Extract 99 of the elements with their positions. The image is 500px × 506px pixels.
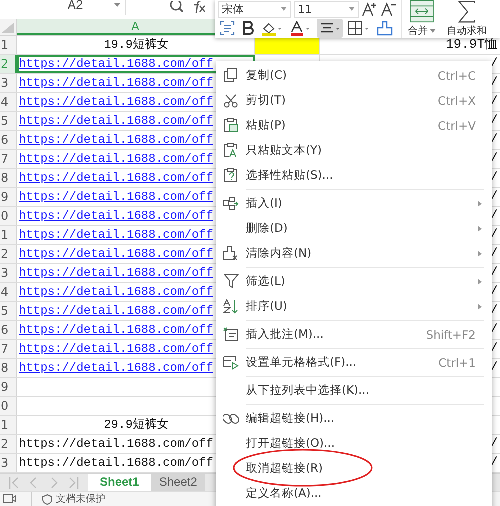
row-header[interactable]: 9 (0, 378, 17, 396)
hyperlink[interactable]: https://detail.1688.com/off (19, 228, 214, 242)
caret-icon (349, 7, 355, 11)
menu-item[interactable]: 取消超链接(R) (216, 456, 492, 481)
fit-button[interactable] (218, 18, 237, 38)
row-header[interactable]: 3 (0, 264, 17, 282)
row-header[interactable]: 9 (0, 188, 17, 206)
row-header[interactable]: 4 (0, 283, 17, 301)
hyperlink[interactable]: https://detail.1688.com/off (19, 304, 214, 318)
filter-icon (224, 274, 238, 289)
clipboard-text-icon (224, 143, 238, 158)
hyperlink[interactable]: https://detail.1688.com/off (19, 114, 214, 128)
protection-status[interactable]: 文档未保护 (31, 492, 106, 506)
shield-icon (42, 494, 53, 504)
row-header[interactable]: 7 (0, 150, 17, 168)
menu-item[interactable]: 筛选(L) (216, 269, 492, 294)
hyperlink[interactable]: https://detail.1688.com/off (19, 266, 214, 280)
menu-item[interactable]: 排序(U) (216, 294, 492, 319)
hyperlink[interactable]: https://detail.1688.com/off (19, 152, 214, 166)
hyperlink[interactable]: https://detail.1688.com/off (19, 209, 214, 223)
copy-icon (224, 68, 238, 83)
menu-item[interactable]: 删除(D) (216, 216, 492, 241)
hyperlink[interactable]: https://detail.1688.com/off (19, 171, 214, 185)
row-header[interactable]: 8 (0, 359, 17, 377)
sheet-tab[interactable]: Sheet1 (88, 474, 152, 491)
cell-text: https://detail.1688.com/off (19, 456, 214, 470)
row-header[interactable]: 3 (0, 74, 17, 92)
row-header[interactable]: 2 (0, 245, 17, 263)
menu-item[interactable]: 设置单元格格式(F)... Ctrl+1 (216, 350, 492, 375)
row-header[interactable]: 1 (0, 36, 17, 54)
merge-button[interactable]: 合并 (402, 0, 442, 38)
hyperlink[interactable]: https://detail.1688.com/off (19, 342, 214, 356)
zoom-icon[interactable] (170, 0, 184, 12)
row-header[interactable]: 5 (0, 112, 17, 130)
row-header[interactable]: 0 (0, 397, 17, 415)
autosum-button[interactable]: 自动求和 (442, 0, 492, 38)
menu-item[interactable]: 复制(C) Ctrl+C (216, 63, 492, 88)
merge-icon (407, 0, 437, 23)
comment-icon (223, 327, 239, 342)
cell-text: https://detail.1688.com/off (19, 437, 214, 451)
hyperlink[interactable]: https://detail.1688.com/off (19, 95, 214, 109)
sheet-tab[interactable]: Sheet2 (151, 474, 206, 491)
row-header[interactable]: 3 (0, 454, 17, 472)
menu-item[interactable]: 只粘贴文本(Y) (216, 138, 492, 163)
clipboard-question-icon (224, 168, 238, 183)
menu-item[interactable]: 从下拉列表中选择(K)... (216, 378, 492, 403)
hyperlink[interactable]: https://detail.1688.com/off (19, 285, 214, 299)
hyperlink[interactable]: https://detail.1688.com/off (19, 361, 214, 375)
font-select[interactable]: 宋体 (218, 0, 291, 18)
cell-text: 29.9短裤女 (104, 418, 169, 432)
menu-item[interactable]: 插入批注(M)... Shift+F2 (216, 322, 492, 347)
painter-button[interactable] (375, 18, 395, 38)
menu-item[interactable]: 清除内容(N) (216, 241, 492, 266)
increase-font-icon[interactable] (362, 2, 378, 16)
eraser-icon (223, 246, 239, 261)
menu-item[interactable]: 打开超链接(O)... (216, 431, 492, 456)
scissors-icon (224, 94, 238, 108)
button-label: 自动求和 (447, 24, 487, 38)
font-size-select[interactable]: 11 (294, 0, 359, 18)
menu-item[interactable]: 定义名称(A)... (216, 481, 492, 506)
hyperlink[interactable]: https://detail.1688.com/off (19, 323, 214, 337)
hyperlink[interactable]: https://detail.1688.com/off (19, 76, 214, 90)
protection-text: 文档未保护 (56, 492, 106, 506)
cell-text: 19.9T恤 (446, 37, 498, 52)
bold-button[interactable] (240, 18, 256, 38)
menu-item[interactable]: 剪切(T) Ctrl+X (216, 88, 492, 113)
menu-item[interactable]: 插入(I) (216, 191, 492, 216)
row-header[interactable]: 5 (0, 302, 17, 320)
decrease-font-icon[interactable] (381, 2, 397, 16)
hyperlink[interactable]: https://detail.1688.com/off (19, 57, 214, 71)
row-header[interactable]: 6 (0, 131, 17, 149)
border-button[interactable] (346, 18, 372, 38)
font-name: 宋体 (222, 2, 244, 16)
clipboard-icon (224, 118, 238, 133)
cell-text: 19.9短裤女 (104, 38, 169, 52)
caret-icon (281, 7, 287, 11)
screen-icon[interactable] (3, 494, 17, 504)
menu-item[interactable]: 选择性粘贴(S)... (216, 163, 492, 188)
row-header[interactable]: 7 (0, 340, 17, 358)
row-header[interactable]: 1 (0, 416, 17, 434)
function-icon[interactable] (192, 0, 206, 12)
menu-item[interactable]: 粘贴(P) Ctrl+V (216, 113, 492, 138)
menu-item[interactable]: 编辑超链接(H)... (216, 406, 492, 431)
row-header[interactable]: 0 (0, 207, 17, 225)
row-header[interactable]: 8 (0, 169, 17, 187)
row-header[interactable]: 1 (0, 226, 17, 244)
align-button[interactable] (317, 18, 343, 38)
insert-icon (223, 196, 239, 210)
row-header[interactable]: 4 (0, 93, 17, 111)
sort-icon (223, 299, 239, 314)
hyperlink[interactable]: https://detail.1688.com/off (19, 247, 214, 261)
name-box[interactable]: A2 (40, 0, 126, 14)
hyperlink[interactable]: https://detail.1688.com/off (19, 133, 214, 147)
hyperlink[interactable]: https://detail.1688.com/off (19, 190, 214, 204)
button-label: 合并 (408, 24, 428, 38)
cell-format-icon (223, 356, 239, 370)
row-header[interactable]: 2 (0, 435, 17, 453)
font-size: 11 (298, 2, 312, 16)
row-header[interactable]: 6 (0, 321, 17, 339)
